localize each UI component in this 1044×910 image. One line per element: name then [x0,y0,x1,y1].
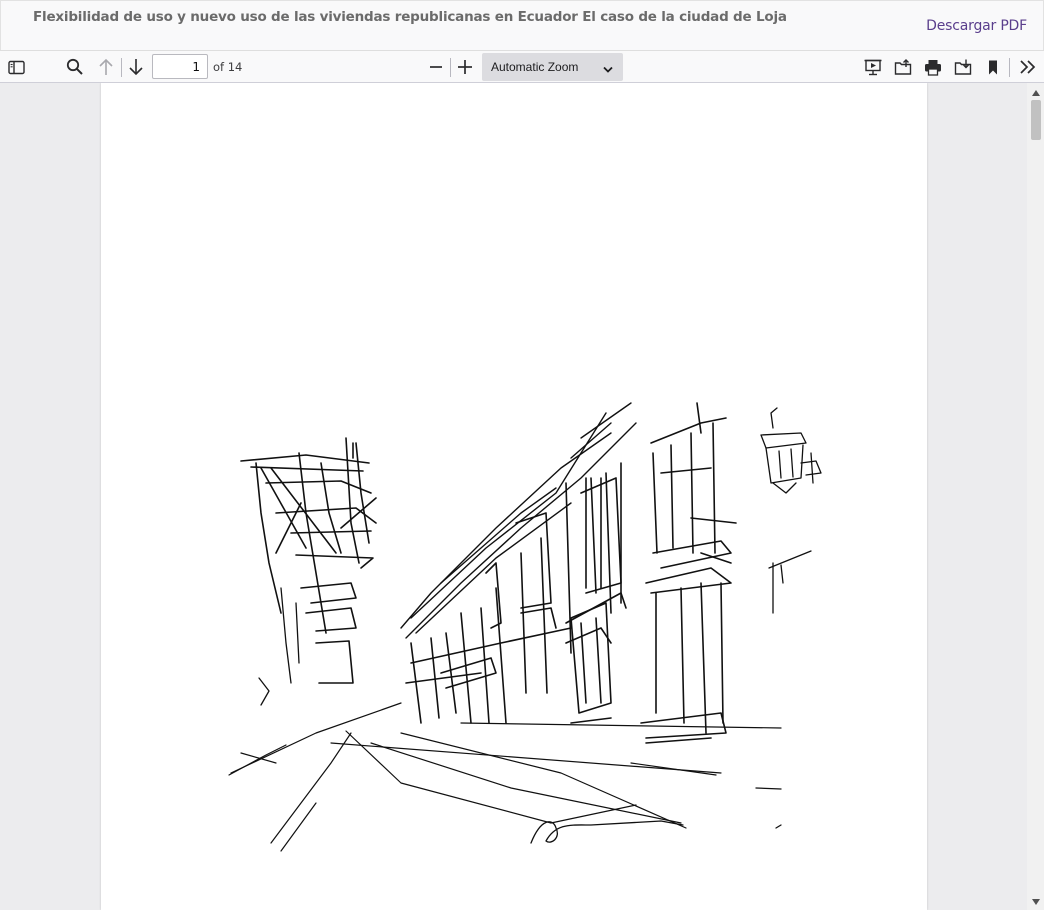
presentation-icon [864,59,882,76]
plus-icon [457,59,473,75]
arrow-down-icon [128,58,144,76]
scroll-up-button[interactable] [1027,85,1044,99]
print-button[interactable] [920,55,946,79]
pdf-toolbar: of 14 Automatic Zoom [0,50,1044,83]
minus-icon [428,59,444,75]
vertical-scrollbar[interactable] [1027,83,1044,910]
triangle-down-icon [1031,892,1040,910]
scroll-down-button[interactable] [1027,894,1044,908]
document-title: Flexibilidad de uso y nuevo uso de las v… [33,9,787,25]
sidebar-toggle-button[interactable] [3,55,29,79]
scrollbar-thumb[interactable] [1031,100,1041,140]
triangle-up-icon [1031,83,1040,101]
toolbar-separator [450,58,451,77]
next-page-button[interactable] [123,55,149,79]
previous-page-button[interactable] [93,55,119,79]
page-number-input[interactable] [152,54,208,79]
search-icon [66,58,84,76]
page-count-label: of 14 [213,60,243,74]
print-icon [924,59,942,76]
sidebar-icon [7,60,25,75]
pdf-viewer-container[interactable] [0,83,1044,910]
zoom-select-value: Automatic Zoom [491,60,579,74]
bookmark-button[interactable] [980,55,1006,79]
find-button[interactable] [62,55,88,79]
tools-button[interactable] [1015,55,1041,79]
arrow-up-icon [98,58,114,76]
toolbar-separator [121,58,122,77]
zoom-in-button[interactable] [452,55,478,79]
download-icon [954,59,972,76]
save-button[interactable] [950,55,976,79]
zoom-out-button[interactable] [423,55,449,79]
street-sketch-illustration [228,402,822,852]
chevron-down-icon [603,63,613,77]
pdf-page-1 [101,83,927,910]
open-file-icon [894,58,912,76]
presentation-mode-button[interactable] [860,55,886,79]
document-header: Flexibilidad de uso y nuevo uso de las v… [0,0,1044,50]
download-pdf-link[interactable]: Descargar PDF [926,18,1027,34]
open-file-button[interactable] [890,55,916,79]
double-chevron-right-icon [1019,59,1037,75]
bookmark-icon [986,59,1000,76]
zoom-select[interactable]: Automatic Zoom [482,53,623,81]
toolbar-separator [1009,58,1010,77]
